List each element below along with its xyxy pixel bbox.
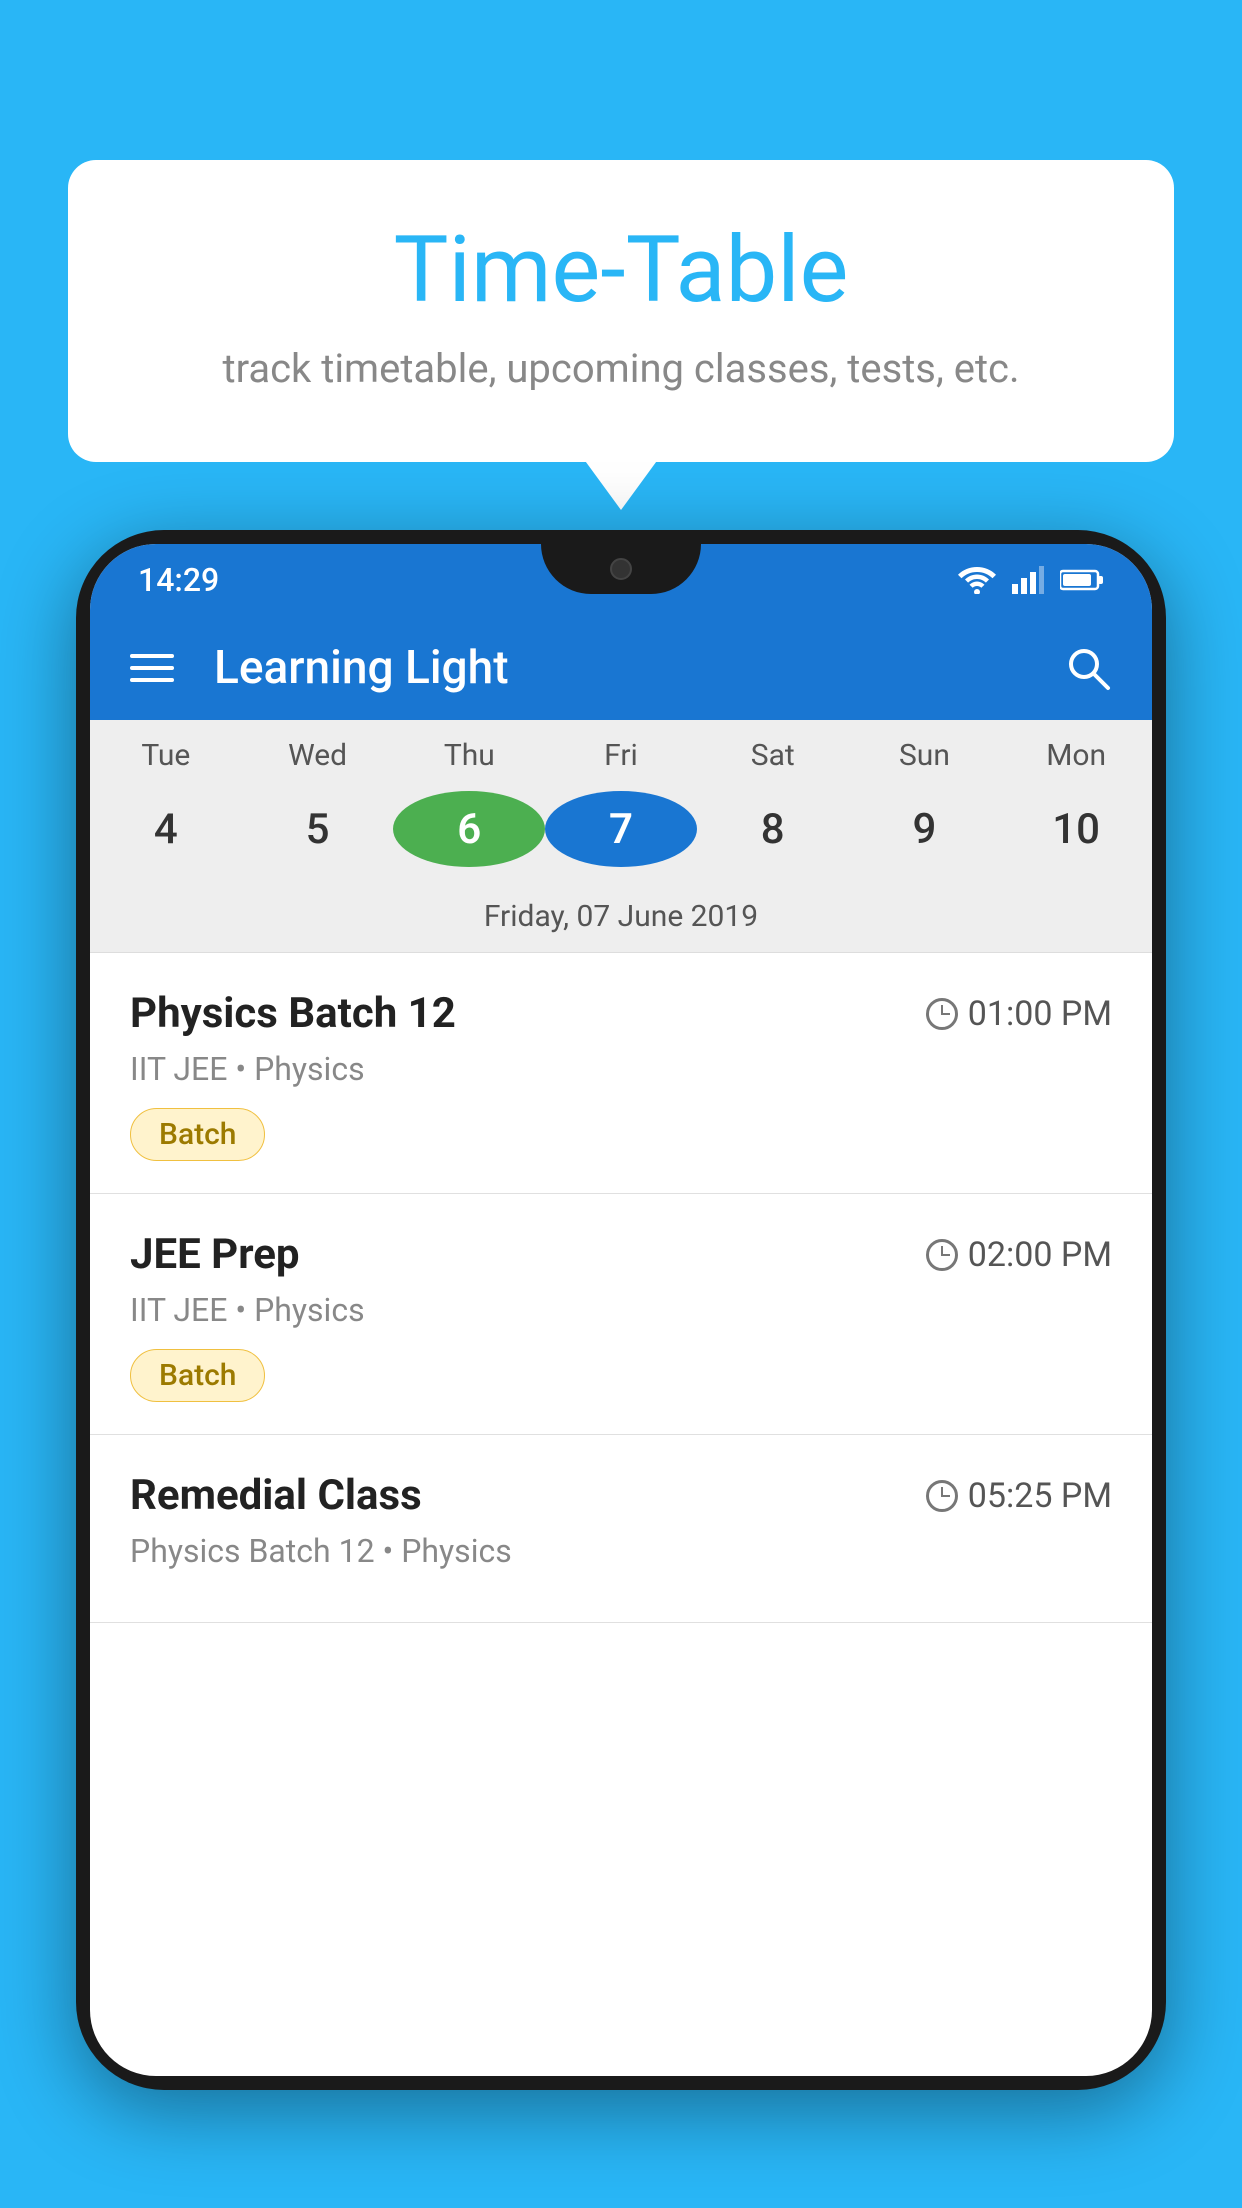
selected-date-label: Friday, 07 June 2019 (90, 887, 1152, 953)
signal-icon (1012, 566, 1044, 594)
batch-tag-2: Batch (130, 1349, 265, 1402)
status-time: 14:29 (138, 561, 219, 599)
class-name-2: JEE Prep (130, 1230, 300, 1279)
clock-icon-1 (926, 998, 958, 1030)
day-header-tue: Tue (90, 738, 242, 773)
class-subtitle-1: IIT JEE • Physics (130, 1050, 1112, 1088)
class-card-1-header: Physics Batch 12 01:00 PM (130, 989, 1112, 1038)
class-subtitle-2: IIT JEE • Physics (130, 1291, 1112, 1329)
day-6-today[interactable]: 6 (393, 791, 545, 867)
day-header-thu: Thu (393, 738, 545, 773)
day-numbers: 4 5 6 7 8 9 10 (90, 781, 1152, 887)
clock-icon-3 (926, 1480, 958, 1512)
class-card-3[interactable]: Remedial Class 05:25 PM Physics Batch 12… (90, 1435, 1152, 1623)
class-card-2-header: JEE Prep 02:00 PM (130, 1230, 1112, 1279)
day-header-sun: Sun (849, 738, 1001, 773)
class-subtitle-3: Physics Batch 12 • Physics (130, 1532, 1112, 1570)
phone-notch (541, 544, 701, 594)
class-name-3: Remedial Class (130, 1471, 422, 1520)
app-title: Learning Light (214, 641, 1024, 695)
hamburger-menu-icon[interactable] (130, 654, 174, 682)
wifi-icon (958, 566, 996, 594)
calendar-section: Tue Wed Thu Fri Sat Sun Mon 4 5 6 7 8 9 … (90, 720, 1152, 953)
class-card-1[interactable]: Physics Batch 12 01:00 PM IIT JEE • Phys… (90, 953, 1152, 1194)
class-time-2: 02:00 PM (926, 1235, 1112, 1275)
camera-dot (610, 558, 632, 580)
day-5[interactable]: 5 (242, 789, 394, 869)
phone-body: 14:29 (76, 530, 1166, 2090)
day-4[interactable]: 4 (90, 789, 242, 869)
clock-icon-2 (926, 1239, 958, 1271)
class-time-3: 05:25 PM (926, 1476, 1112, 1516)
class-time-1: 01:00 PM (926, 994, 1112, 1034)
class-card-3-header: Remedial Class 05:25 PM (130, 1471, 1112, 1520)
bubble-title: Time-Table (148, 220, 1094, 321)
day-9[interactable]: 9 (849, 789, 1001, 869)
class-name-1: Physics Batch 12 (130, 989, 456, 1038)
search-icon[interactable] (1064, 644, 1112, 692)
bubble-subtitle: track timetable, upcoming classes, tests… (148, 345, 1094, 392)
day-header-sat: Sat (697, 738, 849, 773)
speech-bubble-section: Time-Table track timetable, upcoming cla… (68, 160, 1174, 462)
speech-bubble-card: Time-Table track timetable, upcoming cla… (68, 160, 1174, 462)
batch-tag-1: Batch (130, 1108, 265, 1161)
phone-screen: 14:29 (90, 544, 1152, 2076)
day-header-fri: Fri (545, 738, 697, 773)
phone-mockup: 14:29 (76, 530, 1166, 2208)
battery-icon (1060, 568, 1104, 592)
status-icons (958, 566, 1104, 594)
day-10[interactable]: 10 (1000, 789, 1152, 869)
day-7-selected[interactable]: 7 (545, 791, 697, 867)
day-8[interactable]: 8 (697, 789, 849, 869)
day-header-mon: Mon (1000, 738, 1152, 773)
app-bar: Learning Light (90, 616, 1152, 720)
class-list: Physics Batch 12 01:00 PM IIT JEE • Phys… (90, 953, 1152, 1623)
day-headers: Tue Wed Thu Fri Sat Sun Mon (90, 720, 1152, 781)
status-bar: 14:29 (90, 544, 1152, 616)
class-card-2[interactable]: JEE Prep 02:00 PM IIT JEE • Physics Batc… (90, 1194, 1152, 1435)
day-header-wed: Wed (242, 738, 394, 773)
